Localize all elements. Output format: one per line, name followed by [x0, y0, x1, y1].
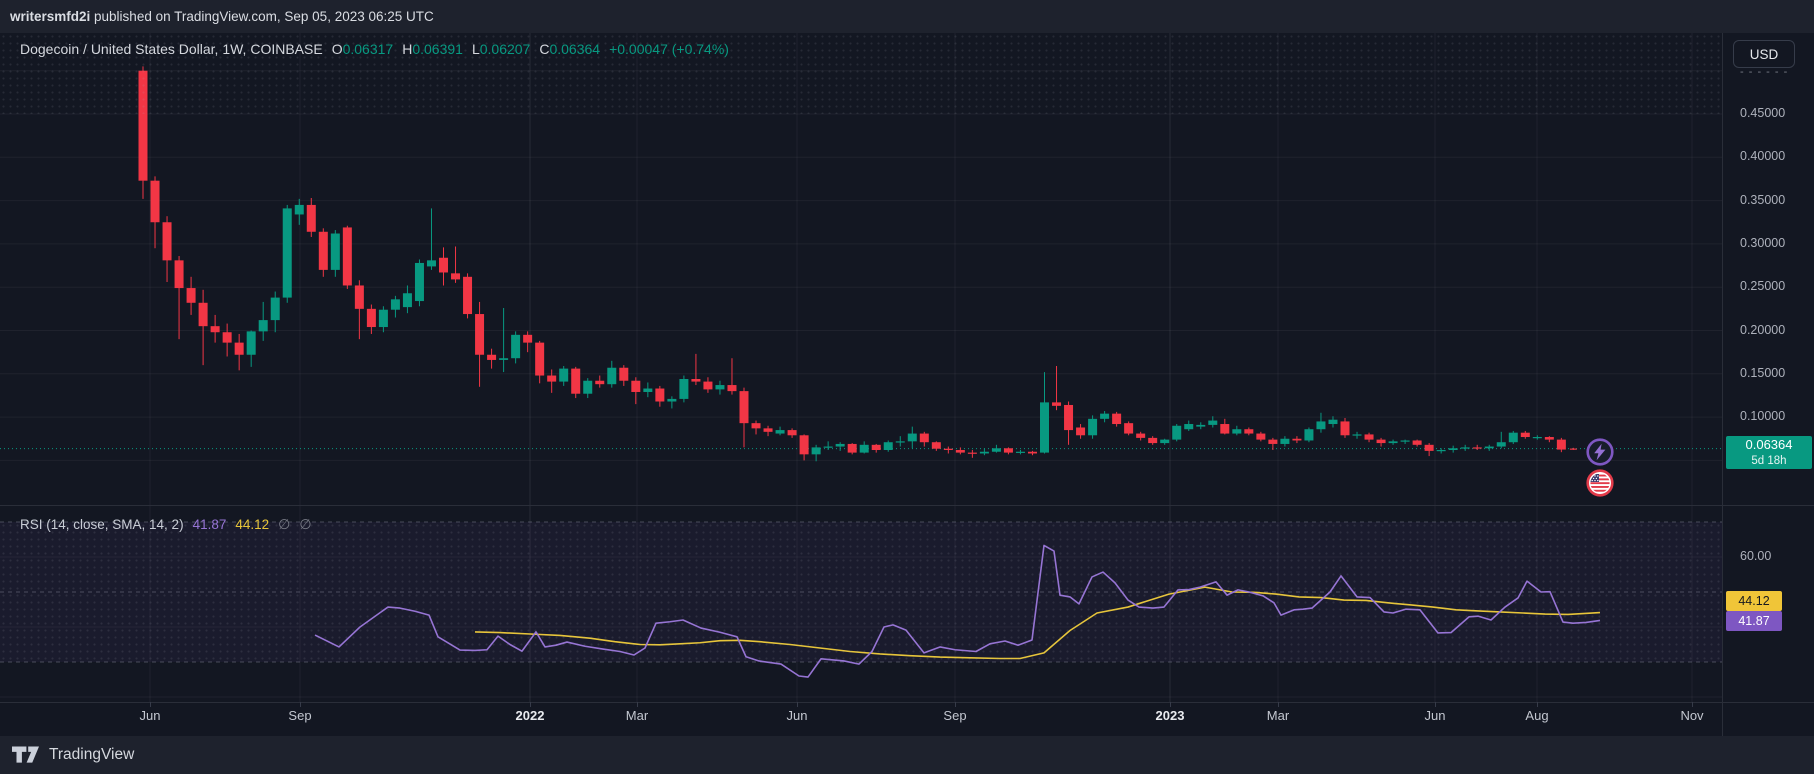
publisher-username: writersmfd2i: [10, 9, 90, 24]
pane-separator-rsi-timeaxis: [0, 702, 1814, 703]
price-axis-label: 0.20000: [1740, 323, 1810, 337]
price-axis-label: 0.45000: [1740, 106, 1810, 120]
time-axis-label-jun: Jun: [787, 708, 808, 723]
time-axis-label-mar: Mar: [626, 708, 648, 723]
time-axis-label-sep: Sep: [943, 708, 966, 723]
price-axis-border: [1722, 33, 1723, 736]
symbol-legend[interactable]: Dogecoin / United States Dollar, 1W, COI…: [20, 39, 729, 59]
time-axis-label-aug: Aug: [1525, 708, 1548, 723]
tradingview-wordmark[interactable]: TradingView: [49, 746, 134, 764]
rsi-sma-value: 44.12: [235, 517, 269, 532]
time-axis-label-nov: Nov: [1680, 708, 1703, 723]
lightning-icon: [1585, 437, 1615, 467]
time-axis-label-jun: Jun: [1425, 708, 1446, 723]
rsi-axis-label-60: 60.00: [1740, 549, 1771, 563]
price-axis-label: 0.30000: [1740, 236, 1810, 250]
time-axis-tick: [530, 702, 531, 707]
time-axis-tick: [1435, 702, 1436, 707]
price-axis-label: 0.35000: [1740, 193, 1810, 207]
publish-bar: writersmfd2i published on TradingView.co…: [0, 0, 1814, 33]
rsi-sma-badge: 44.12: [1726, 591, 1782, 611]
us-flag-icon: [1585, 468, 1615, 498]
change-value: +0.00047 (+0.74%): [609, 41, 729, 57]
ohlc-open: O0.06317: [332, 41, 394, 57]
rsi-empty-value-2: ∅: [299, 516, 311, 533]
ohlc-high: H0.06391: [402, 41, 463, 57]
rsi-title[interactable]: RSI (14, close, SMA, 14, 2): [20, 517, 184, 532]
time-axis-label-mar: Mar: [1267, 708, 1289, 723]
time-axis-label-2022: 2022: [516, 708, 545, 723]
lightning-idea-bubble[interactable]: [1585, 437, 1615, 467]
footer-bar: TradingView: [0, 736, 1814, 774]
pane-separator-main-rsi[interactable]: [0, 505, 1814, 506]
time-axis-tick: [1170, 702, 1171, 707]
bar-countdown: 5d 18h: [1726, 454, 1812, 468]
time-axis-tick: [1692, 702, 1693, 707]
tradingview-snapshot: writersmfd2i published on TradingView.co…: [0, 0, 1814, 774]
price-axis-label: 0.10000: [1740, 409, 1810, 423]
time-axis-tick: [797, 702, 798, 707]
time-axis-label-jun: Jun: [140, 708, 161, 723]
last-price-badge: 0.06364 5d 18h: [1726, 436, 1812, 469]
time-axis-tick: [1278, 702, 1279, 707]
currency-toggle-button[interactable]: USD: [1733, 40, 1795, 68]
price-axis-label: 0.40000: [1740, 149, 1810, 163]
tradingview-logo-icon[interactable]: [12, 746, 39, 764]
time-axis-tick: [1537, 702, 1538, 707]
last-price-value: 0.06364: [1726, 436, 1812, 454]
time-axis-tick: [150, 702, 151, 707]
rsi-current-value: 41.87: [193, 517, 227, 532]
time-axis-tick: [955, 702, 956, 707]
price-axis-label: 0.15000: [1740, 366, 1810, 380]
time-axis-label-sep: Sep: [288, 708, 311, 723]
price-label-clipped: - - - - - -: [1740, 66, 1788, 78]
dot-pattern-rsi-band: [0, 522, 1722, 662]
publish-info: published on TradingView.com, Sep 05, 20…: [90, 9, 433, 24]
rsi-value-badge: 41.87: [1726, 611, 1782, 631]
flag-idea-bubble[interactable]: [1585, 468, 1615, 498]
time-axis-tick: [637, 702, 638, 707]
time-axis-tick: [300, 702, 301, 707]
ohlc-low: L0.06207: [472, 41, 530, 57]
time-axis-label-2023: 2023: [1156, 708, 1185, 723]
symbol-title[interactable]: Dogecoin / United States Dollar, 1W, COI…: [20, 41, 323, 57]
rsi-legend[interactable]: RSI (14, close, SMA, 14, 2) 41.87 44.12 …: [20, 515, 312, 533]
price-axis-label: 0.25000: [1740, 279, 1810, 293]
ohlc-close: C0.06364: [539, 41, 600, 57]
rsi-empty-value-1: ∅: [278, 516, 290, 533]
